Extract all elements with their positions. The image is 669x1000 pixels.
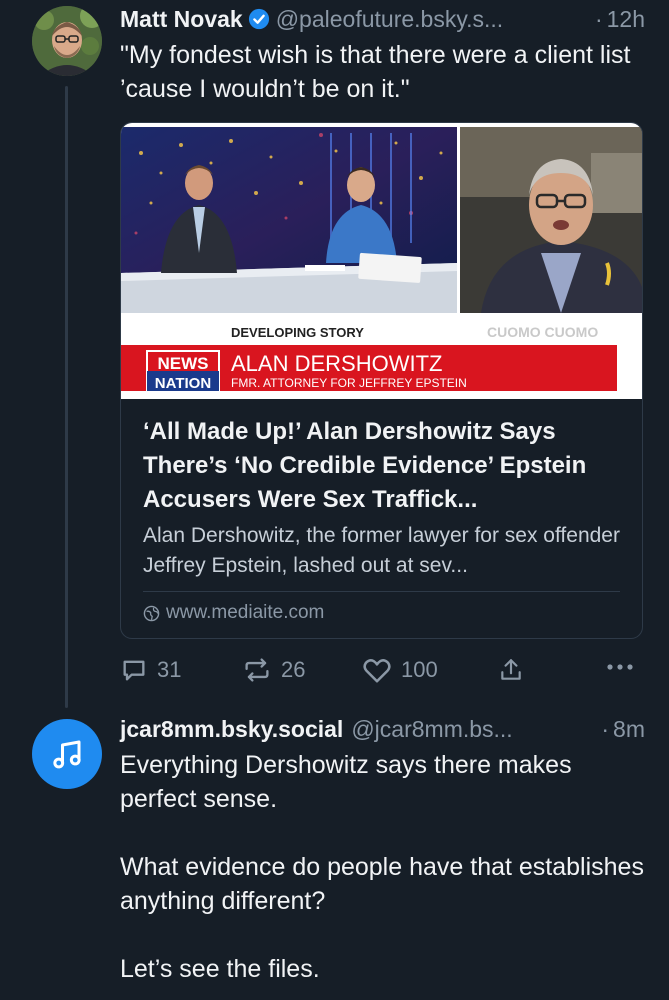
author-name[interactable]: Matt Novak xyxy=(120,4,243,34)
card-domain-row: www.mediaite.com xyxy=(143,602,620,624)
avatar-jcar8mm[interactable] xyxy=(32,719,102,789)
author-name[interactable]: jcar8mm.bsky.social xyxy=(120,714,343,744)
author-handle[interactable]: @jcar8mm.bs... xyxy=(351,714,512,744)
author-handle[interactable]: @paleofuture.bsky.s... xyxy=(276,4,503,34)
banner-subtitle: FMR. ATTORNEY FOR JEFFREY EPSTEIN xyxy=(231,376,467,390)
repost-count: 26 xyxy=(281,657,306,682)
more-dots-icon xyxy=(607,664,633,670)
card-title: ‘All Made Up!’ Alan Dershowitz Says Ther… xyxy=(143,418,587,513)
globe-icon xyxy=(143,605,160,621)
share-button[interactable] xyxy=(498,656,524,684)
repost-button[interactable]: 26 xyxy=(242,656,305,684)
separator-dot: · xyxy=(601,716,610,742)
thread-line xyxy=(65,86,68,708)
post-header: Matt Novak @paleofuture.bsky.s... · 12h xyxy=(120,4,645,34)
news-screenshot-image: NEWS NATION DEVELOPING STORY ALAN DERSHO… xyxy=(121,123,642,399)
more-options-button[interactable] xyxy=(606,662,634,672)
verified-check-icon xyxy=(248,8,269,30)
post-text: "My fondest wish is that there were a cl… xyxy=(120,41,631,103)
post-paragraph: Let’s see the files. xyxy=(120,955,320,983)
post-paragraph: Everything Dershowitz says there makes p… xyxy=(120,751,572,813)
post-jcar8mm[interactable]: jcar8mm.bsky.social @jcar8mm.bs... · 8m … xyxy=(120,714,645,986)
separator-dot: · xyxy=(594,6,603,32)
avatar-photo xyxy=(32,6,102,76)
post-header: jcar8mm.bsky.social @jcar8mm.bs... · 8m xyxy=(120,714,645,744)
news-logo-top: NEWS xyxy=(158,354,209,373)
like-button[interactable]: 100 xyxy=(362,656,438,684)
card-domain: www.mediaite.com xyxy=(166,602,325,623)
post-actions: 31 26 100 xyxy=(120,656,640,692)
post-paragraph: What evidence do people have that establ… xyxy=(120,853,644,915)
link-preview-card[interactable]: NEWS NATION DEVELOPING STORY ALAN DERSHO… xyxy=(120,122,643,639)
reply-icon xyxy=(123,660,145,681)
like-count: 100 xyxy=(401,657,438,682)
music-note-icon xyxy=(53,740,81,769)
reply-button[interactable]: 31 xyxy=(120,656,181,684)
card-description: Alan Dershowitz, the former lawyer for s… xyxy=(143,524,620,577)
post-timestamp[interactable]: 12h xyxy=(607,4,645,34)
post-text: Everything Dershowitz says there makes p… xyxy=(120,748,645,986)
heart-icon xyxy=(363,659,391,683)
post-timestamp[interactable]: 8m xyxy=(613,714,645,744)
ticker-text: CUOMO CUOMO xyxy=(487,324,598,340)
share-icon xyxy=(501,659,521,680)
repost-icon xyxy=(245,658,269,682)
news-logo-bottom: NATION xyxy=(155,375,211,392)
banner-developing-story: DEVELOPING STORY xyxy=(231,325,364,340)
card-divider xyxy=(143,591,620,592)
reply-count: 31 xyxy=(157,657,182,682)
post-matt-novak[interactable]: Matt Novak @paleofuture.bsky.s... · 12h … xyxy=(120,4,645,106)
banner-name: ALAN DERSHOWITZ xyxy=(231,351,442,376)
avatar-matt-novak[interactable] xyxy=(32,6,102,76)
card-thumbnail: NEWS NATION DEVELOPING STORY ALAN DERSHO… xyxy=(121,123,642,399)
